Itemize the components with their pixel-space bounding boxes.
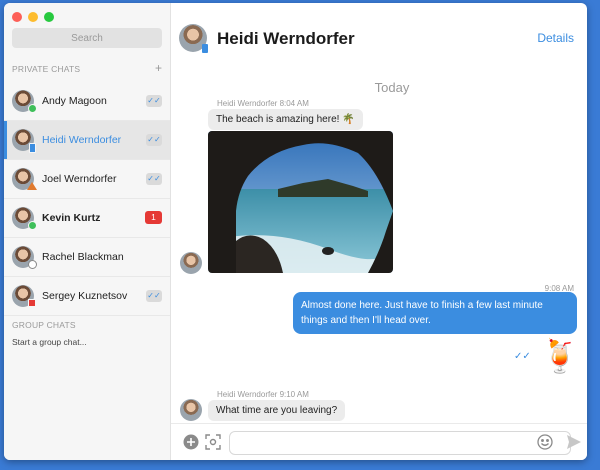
- message-text: The beach is amazing here!: [216, 114, 340, 125]
- double-check-icon: ✓✓: [146, 173, 162, 185]
- chat-name: Andy Magoon: [42, 95, 107, 107]
- incoming-message[interactable]: The beach is amazing here! 🌴: [208, 109, 363, 130]
- message-time: 9:10 AM: [279, 390, 309, 399]
- double-check-icon: ✓✓: [146, 290, 162, 302]
- send-icon[interactable]: [566, 434, 582, 453]
- status-indicator: [29, 143, 36, 153]
- chat-window: PRIVATE CHATS + Andy Magoon ✓✓ Heidi Wer…: [4, 3, 587, 460]
- chat-item[interactable]: Rachel Blackman: [4, 238, 170, 277]
- chat-item[interactable]: Andy Magoon ✓✓: [4, 82, 170, 121]
- status-indicator: [28, 299, 36, 307]
- palm-tree-emoji: 🌴: [342, 114, 355, 125]
- chat-item[interactable]: Kevin Kurtz 1: [4, 199, 170, 238]
- sidebar: PRIVATE CHATS + Andy Magoon ✓✓ Heidi Wer…: [4, 3, 171, 460]
- status-indicator: [28, 221, 37, 230]
- screenshot-icon[interactable]: [205, 434, 221, 453]
- status-indicator: [28, 260, 37, 269]
- avatar: [180, 252, 202, 274]
- unread-count-badge: 1: [145, 211, 162, 224]
- emoji-icon[interactable]: [537, 434, 553, 453]
- contact-name: Heidi Werndorfer: [217, 29, 355, 48]
- chat-name: Rachel Blackman: [42, 251, 124, 263]
- chat-name: Kevin Kurtz: [42, 212, 101, 224]
- message-input[interactable]: [229, 431, 571, 455]
- chat-name: Joel Werndorfer: [42, 173, 117, 185]
- double-check-icon: ✓✓: [146, 134, 162, 146]
- close-window-button[interactable]: [12, 12, 22, 22]
- start-group-chat-link[interactable]: Start a group chat...: [12, 337, 87, 347]
- outgoing-message[interactable]: Almost done here. Just have to finish a …: [293, 292, 577, 334]
- avatar: [180, 399, 202, 421]
- plus-icon[interactable]: +: [155, 61, 162, 75]
- chat-name: Sergey Kuznetsov: [42, 290, 128, 302]
- chat-list: Andy Magoon ✓✓ Heidi Wernd​orfer ✓✓ Joel…: [4, 82, 170, 316]
- chat-item[interactable]: Heidi Wernd​orfer ✓✓: [4, 121, 170, 160]
- sender-name: Heidi Werndorfer: [217, 390, 278, 399]
- message-meta: Heidi Werndorfer 9:10 AM: [217, 390, 309, 399]
- details-link[interactable]: Details: [537, 31, 574, 45]
- window-controls: [12, 12, 54, 22]
- sender-name: Heidi Werndorfer: [217, 99, 278, 108]
- status-indicator: [202, 44, 208, 53]
- double-check-icon: ✓✓: [146, 95, 162, 107]
- private-chats-header: PRIVATE CHATS: [12, 64, 81, 74]
- message-composer: [171, 423, 587, 460]
- message-time: 8:04 AM: [279, 99, 309, 108]
- cocktail-sticker: 🍹: [540, 338, 580, 374]
- add-icon[interactable]: [183, 434, 199, 453]
- message-meta: Heidi Werndorfer 8:04 AM: [217, 99, 309, 108]
- zoom-window-button[interactable]: [44, 12, 54, 22]
- chat-item[interactable]: Sergey Kuznetsov ✓✓: [4, 277, 170, 316]
- search-input[interactable]: [12, 28, 162, 48]
- minimize-window-button[interactable]: [28, 12, 38, 22]
- status-indicator: [28, 104, 37, 113]
- chat-item[interactable]: Joel Werndorfer ✓✓: [4, 160, 170, 199]
- group-chats-header: GROUP CHATS: [12, 320, 76, 330]
- double-check-icon: ✓✓: [514, 351, 531, 362]
- beach-photo[interactable]: [208, 131, 393, 273]
- incoming-message[interactable]: What time are you leaving?: [208, 400, 346, 421]
- conversation-pane: Heidi Werndorfer Details Today Heidi Wer…: [171, 3, 587, 460]
- chat-name: Heidi Wernd​orfer: [42, 134, 122, 146]
- message-text: What time are you leaving?: [216, 405, 338, 416]
- day-separator: Today: [374, 80, 410, 95]
- status-indicator: [27, 182, 37, 190]
- message-text: Almost done here. Just have to finish a …: [301, 300, 543, 326]
